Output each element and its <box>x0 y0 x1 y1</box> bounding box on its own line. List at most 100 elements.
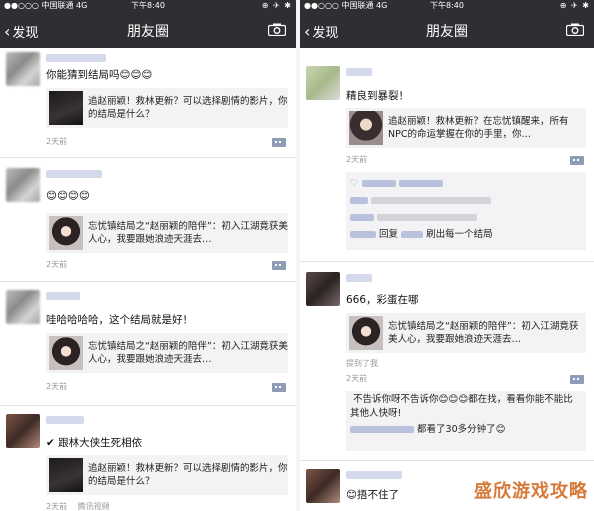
moment-post: ✔ 跟林大侠生死相依 追赵丽颖！救林更新？可以选择剧情的影片，你的结局是什么？ … <box>0 406 296 511</box>
comment-icon[interactable] <box>570 156 584 165</box>
commenter-name[interactable] <box>350 197 368 204</box>
comment-text: 都看了30多分钟了😊 <box>417 424 506 435</box>
author-name-blurred[interactable] <box>346 471 402 479</box>
screenshot-collage: ●●○○○ 中国联通 4G 下午8:40 ⊕ ✈ ✱ ‹ 发现 朋友圈 你能猜到… <box>0 0 594 511</box>
commenter-name[interactable] <box>350 231 376 238</box>
post-text: ✔ 跟林大侠生死相依 <box>46 437 143 449</box>
card-thumbnail <box>49 91 83 125</box>
author-name-blurred[interactable] <box>46 54 106 62</box>
camera-icon[interactable] <box>566 23 584 36</box>
status-bar: ●●○○○ 中国联通 4G 下午8:40 ⊕ ✈ ✱ <box>0 0 296 12</box>
card-title: 追赵丽颖！救林更新？可以选择剧情的影片，你的结局是什么？ <box>88 463 288 487</box>
commenter-name[interactable] <box>350 214 374 221</box>
shared-link-card[interactable]: 忘忧镇结局之“赵丽颖的陪伴”：初入江湖竟获美人心，我要跟她浪迹天涯去… <box>46 213 288 253</box>
post-meta: 2天前 <box>346 373 375 384</box>
post-meta: 2天前 <box>46 259 75 270</box>
status-time: 下午8:40 <box>430 1 464 10</box>
shared-link-card[interactable]: 忘忧镇结局之“赵丽颖的陪伴”：初入江湖竟获美人心，我要跟她浪迹天涯去… <box>346 313 586 353</box>
author-name-blurred[interactable] <box>346 68 372 76</box>
comment-icon[interactable] <box>272 383 286 392</box>
post-meta: 2天前 <box>46 136 75 147</box>
post-time: 2天前 <box>346 155 368 164</box>
status-bar: ●●○○○ 中国联通 4G 下午8:40 ⊕ ✈ ✱ <box>300 0 594 12</box>
post-time: 2天前 <box>46 137 68 146</box>
card-title: 忘忧镇结局之“赵丽颖的陪伴”：初入江湖竟获美人心，我要跟她浪迹天涯去… <box>88 221 288 245</box>
post-text: 你能猜到结局吗😊😊😊 <box>46 69 153 81</box>
status-time: 下午8:40 <box>131 1 165 10</box>
post-text: 😊捂不住了 <box>346 489 399 501</box>
watermark: 盛欣游戏攻略 <box>474 481 588 502</box>
shared-link-card[interactable]: 追赵丽颖！救林更新？在忘忧镇醒来，所有NPC的命运掌握在你的手里，你… <box>346 108 586 148</box>
avatar[interactable] <box>306 66 340 100</box>
liker-name[interactable] <box>398 180 443 187</box>
left-phone-screen: ●●○○○ 中国联通 4G 下午8:40 ⊕ ✈ ✱ ‹ 发现 朋友圈 你能猜到… <box>0 0 296 511</box>
nav-bar: ‹ 发现 朋友圈 <box>0 12 296 48</box>
page-title: 朋友圈 <box>127 24 169 40</box>
avatar[interactable] <box>6 414 40 448</box>
card-title: 忘忧镇结局之“赵丽颖的陪伴”：初入江湖竟获美人心，我要跟她浪迹天涯去… <box>88 341 288 365</box>
moment-post: 哇哈哈哈哈，这个结局就是好！ 忘忧镇结局之“赵丽颖的陪伴”：初入江湖竟获美人心，… <box>0 282 296 406</box>
post-meta: 2天前 <box>346 154 375 165</box>
post-time: 2天前 <box>46 260 68 269</box>
nav-bar: ‹ 发现 朋友圈 <box>300 12 594 48</box>
post-time: 2天前 <box>46 502 68 511</box>
post-text: 666，彩蛋在哪 <box>346 294 419 306</box>
comment-box: 不告诉你呀不告诉你😊😊😊都在找，看看你能不能比其他人快呀! 都看了30多分钟了😊 <box>346 391 586 451</box>
card-thumbnail <box>349 111 383 145</box>
author-name-blurred[interactable] <box>46 416 84 424</box>
author-name-blurred[interactable] <box>346 274 372 282</box>
author-name-blurred[interactable] <box>46 292 80 300</box>
comment-text-blurred <box>371 197 492 204</box>
card-title: 追赵丽颖！救林更新？可以选择剧情的影片，你的结局是什么？ <box>88 96 288 120</box>
moment-post: 😊😊😊😊 忘忧镇结局之“赵丽颖的陪伴”：初入江湖竟获美人心，我要跟她浪迹天涯去…… <box>0 158 296 282</box>
liker-name[interactable] <box>361 180 396 187</box>
comment-text-blurred <box>377 214 478 221</box>
shared-link-card[interactable]: 忘忧镇结局之“赵丽颖的陪伴”：初入江湖竟获美人心，我要跟她浪迹天涯去… <box>46 333 288 373</box>
status-icons: ⊕ ✈ ✱ <box>261 1 292 10</box>
post-time: 2天前 <box>46 382 68 391</box>
reply-target-name[interactable] <box>401 231 424 238</box>
comment-row: 都看了30多分钟了😊 <box>346 421 586 438</box>
avatar[interactable] <box>306 469 340 503</box>
comment-row <box>346 209 586 226</box>
card-thumbnail <box>49 336 83 370</box>
moment-post: 你能猜到结局吗😊😊😊 追赵丽颖！救林更新？可以选择剧情的影片，你的结局是什么？ … <box>0 48 296 158</box>
card-title: 忘忧镇结局之“赵丽颖的陪伴”：初入江湖竟获美人心，我要跟她浪迹天涯去… <box>388 321 579 345</box>
comment-icon[interactable] <box>272 138 286 147</box>
comment-text: 不告诉你呀不告诉你😊😊😊都在找，看看你能不能比其他人快呀! <box>350 394 573 419</box>
heart-icon: ♡ <box>350 178 359 189</box>
card-title: 追赵丽颖！救林更新？在忘忧镇醒来，所有NPC的命运掌握在你的手里，你… <box>388 116 569 140</box>
comment-icon[interactable] <box>272 261 286 270</box>
avatar[interactable] <box>6 290 40 324</box>
post-text: 😊😊😊😊 <box>46 190 90 202</box>
commenter-name[interactable] <box>350 426 414 433</box>
post-text: 精良到暴裂！ <box>346 90 409 102</box>
camera-icon[interactable] <box>268 23 286 36</box>
comment-row: 回复 刷出每一个结局 <box>346 226 586 243</box>
avatar[interactable] <box>6 168 40 202</box>
comment-text: 刷出每一个结局 <box>426 229 493 240</box>
card-thumbnail <box>349 316 383 350</box>
post-meta: 2天前 <box>46 381 75 392</box>
comment-row: 不告诉你呀不告诉你😊😊😊都在找，看看你能不能比其他人快呀! <box>346 393 586 421</box>
right-phone-screen: ●●○○○ 中国联通 4G 下午8:40 ⊕ ✈ ✱ ‹ 发现 朋友圈 精良到暴… <box>300 0 594 511</box>
moment-post: 精良到暴裂！ 追赵丽颖！救林更新？在忘忧镇醒来，所有NPC的命运掌握在你的手里，… <box>300 48 594 262</box>
shared-link-card[interactable]: 追赵丽颖！救林更新？可以选择剧情的影片，你的结局是什么？ <box>46 88 288 128</box>
avatar[interactable] <box>6 52 40 86</box>
post-mention: 提到了我 <box>346 359 378 368</box>
avatar[interactable] <box>306 272 340 306</box>
comment-row <box>346 192 586 209</box>
post-text: 哇哈哈哈哈，这个结局就是好！ <box>46 314 193 326</box>
comment-box: ♡ 回复 刷出每一个结局 <box>346 172 586 250</box>
author-name-blurred[interactable] <box>46 170 102 178</box>
comment-icon[interactable] <box>570 375 584 384</box>
page-title: 朋友圈 <box>426 24 468 40</box>
moment-post: 666，彩蛋在哪 忘忧镇结局之“赵丽颖的陪伴”：初入江湖竟获美人心，我要跟她浪迹… <box>300 262 594 461</box>
post-source[interactable]: 腾讯视频 <box>78 502 110 511</box>
post-meta: 2天前 腾讯视频 <box>46 501 118 511</box>
like-row: ♡ <box>346 175 586 192</box>
reply-label: 回复 <box>379 229 399 240</box>
card-thumbnail <box>49 216 83 250</box>
shared-link-card[interactable]: 追赵丽颖！救林更新？可以选择剧情的影片，你的结局是什么？ <box>46 455 288 495</box>
status-icons: ⊕ ✈ ✱ <box>559 1 590 10</box>
